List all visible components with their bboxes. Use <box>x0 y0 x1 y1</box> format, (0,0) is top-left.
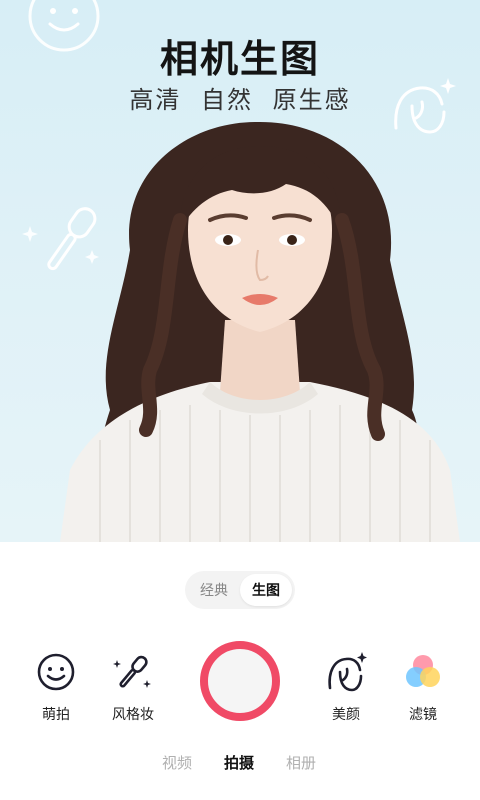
makeup-brush-icon <box>113 655 151 688</box>
mode-toggle: 经典 生图 <box>185 571 295 609</box>
mode-generate-tab[interactable]: 生图 <box>240 574 292 606</box>
filter-button[interactable]: 滤镜 <box>388 650 458 724</box>
cute-shot-label: 萌拍 <box>42 707 70 723</box>
bottom-tab-bar: 视频 拍摄 相册 <box>0 752 480 776</box>
shutter-button[interactable] <box>200 641 280 721</box>
color-circles-icon <box>406 655 440 687</box>
hero-banner: 相机生图 高清 自然 原生感 <box>0 0 480 542</box>
filter-label: 滤镜 <box>409 707 437 723</box>
mode-classic-tab[interactable]: 经典 <box>188 574 240 606</box>
smiley-face-icon <box>37 653 75 691</box>
tab-video[interactable]: 视频 <box>162 752 192 773</box>
portrait-photo <box>60 121 460 542</box>
style-makeup-button[interactable]: 风格妆 <box>98 650 168 724</box>
style-makeup-label: 风格妆 <box>112 707 154 723</box>
tab-shoot[interactable]: 拍摄 <box>224 752 254 773</box>
cute-shot-button[interactable]: 萌拍 <box>21 650 91 724</box>
face-sparkle-icon <box>328 652 367 692</box>
tab-album[interactable]: 相册 <box>286 752 316 773</box>
beauty-label: 美颜 <box>332 707 360 723</box>
hero-title: 相机生图 <box>159 37 320 81</box>
beauty-button[interactable]: 美颜 <box>311 650 381 724</box>
